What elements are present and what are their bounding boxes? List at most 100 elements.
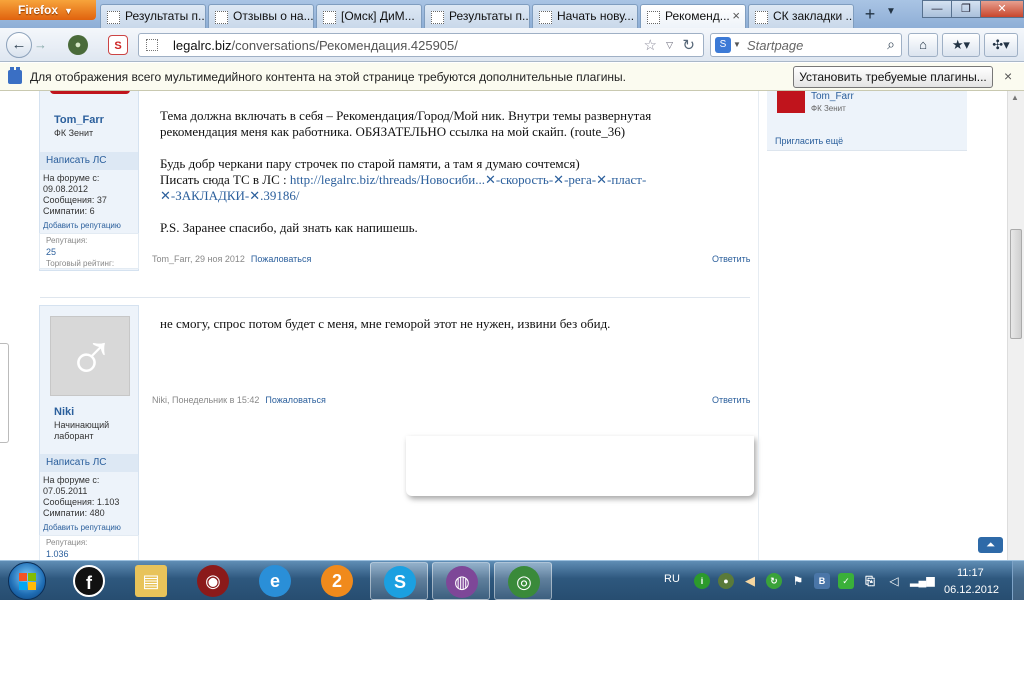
search-engine-icon[interactable]: S (715, 37, 731, 53)
tray-onion-icon[interactable]: ● (718, 573, 734, 589)
usb-icon[interactable]: ⎘ (862, 573, 878, 589)
extension-icon[interactable]: ● (68, 35, 88, 55)
clock-time[interactable]: 11:17 (957, 567, 984, 579)
internet-explorer-icon: e (259, 565, 291, 597)
close-window-button[interactable]: ✕ (980, 0, 1024, 18)
vk-icon[interactable]: B (814, 573, 830, 589)
reputation-value[interactable]: 25 (46, 247, 56, 257)
site-identity-icon[interactable] (146, 39, 158, 51)
tab-label: Результаты п... (125, 9, 206, 23)
tab-active[interactable]: Рекоменд... × (640, 4, 746, 28)
start-button[interactable] (8, 562, 46, 600)
participant-name[interactable]: Tom_Farr (811, 91, 854, 102)
thread-link[interactable]: ✕-ЗАКЛАДКИ-✕.39186/ (160, 188, 300, 203)
meta-author[interactable]: Tom_Farr (152, 254, 190, 264)
user-title: ФК Зенит (54, 128, 94, 138)
avatar[interactable]: ♂ (50, 316, 130, 396)
thread-link[interactable]: http://legalrc.biz/threads/Новосиби...✕-… (290, 172, 646, 187)
meta-date[interactable]: 29 ноя 2012 (195, 254, 245, 264)
tab[interactable]: Отзывы о на... (208, 4, 314, 28)
scroll-to-top-button[interactable]: ⏶ (978, 537, 1003, 553)
taskbar-app-firefox[interactable]: ◎ (494, 562, 552, 600)
user-title: Начинающий (54, 420, 110, 430)
firefox-menu-button[interactable]: Firefox ▼ (0, 0, 96, 20)
taskbar-app[interactable]: 2 (308, 562, 366, 600)
clock-date[interactable]: 06.12.2012 (944, 584, 999, 596)
send-message-link[interactable]: Написать ЛС (40, 152, 138, 170)
reputation-value[interactable]: 1.036 (46, 549, 69, 559)
globe-icon: ◎ (508, 566, 540, 598)
add-reputation-link[interactable]: Добавить репутацию (43, 523, 121, 532)
invite-more-link[interactable]: Пригласить ещё (775, 136, 843, 146)
close-tab-icon[interactable]: × (732, 8, 740, 23)
language-indicator[interactable]: RU (664, 573, 680, 585)
tab[interactable]: [Омск] ДиМ... (316, 4, 422, 28)
flag-icon[interactable]: ⚑ (790, 573, 806, 589)
minimize-button[interactable]: — (922, 0, 952, 18)
search-bar[interactable]: S ▼ Startpage ⌕ (710, 33, 902, 57)
reload-icon[interactable]: ↻ (682, 36, 695, 54)
home-button[interactable]: ⌂ (908, 33, 938, 57)
send-message-link[interactable]: Написать ЛС (40, 454, 138, 472)
tray-sync-icon[interactable]: ↻ (766, 573, 782, 589)
chevron-down-icon: ▼ (64, 6, 73, 16)
participant-title: ФК Зенит (811, 104, 846, 113)
reply-link[interactable]: Ответить (712, 395, 750, 405)
tab[interactable]: Результаты п... (100, 4, 206, 28)
avatar[interactable] (777, 91, 805, 113)
report-link[interactable]: Пожаловаться (251, 254, 311, 264)
tab[interactable]: СК закладки ... (748, 4, 854, 28)
windows-logo-icon (19, 573, 37, 591)
tab-label: СК закладки ... (773, 9, 854, 23)
report-link[interactable]: Пожаловаться (265, 395, 325, 405)
side-panel-tab[interactable] (0, 343, 9, 443)
scrollbar-thumb[interactable] (1010, 229, 1022, 339)
speaker-icon[interactable]: ◀ (742, 573, 758, 589)
volume-icon[interactable]: ◁ (886, 573, 902, 589)
forward-button[interactable]: → (34, 37, 47, 52)
show-desktop-button[interactable] (1012, 561, 1024, 601)
taskbar-app[interactable]: S (370, 562, 428, 600)
tray-info-icon[interactable]: i (694, 573, 710, 589)
list-tabs-icon[interactable]: ▼ (886, 6, 896, 17)
taskbar-app[interactable]: e (246, 562, 304, 600)
meta-date[interactable]: Понедельник в 15:42 (172, 395, 259, 405)
column-divider (758, 91, 759, 560)
url-text[interactable]: legalrc.biz/conversations/Рекомендация.4… (173, 38, 458, 53)
tab[interactable]: Начать нову... (532, 4, 638, 28)
addon-button[interactable]: ✣▾ (984, 33, 1018, 57)
address-bar[interactable]: legalrc.biz/conversations/Рекомендация.4… (138, 33, 704, 57)
search-icon[interactable]: ⌕ (887, 36, 895, 53)
taskbar-app[interactable]: ▤ (122, 562, 180, 600)
new-tab-button[interactable]: + (858, 4, 882, 26)
tor-onion-icon: ◍ (446, 566, 478, 598)
add-reputation-link[interactable]: Добавить репутацию (43, 221, 121, 230)
taskbar-app[interactable]: ◍ (432, 562, 490, 600)
reply-link[interactable]: Ответить (712, 254, 750, 264)
network-signal-icon[interactable]: ▂▄▆ (910, 573, 935, 589)
install-plugins-button[interactable]: Установить требуемые плагины... (793, 66, 993, 88)
close-icon[interactable]: × (1004, 68, 1012, 84)
post-line: P.S. Заранее спасибо, дай знать как напи… (160, 220, 418, 235)
message-count: Сообщения: 37 (43, 195, 107, 205)
check-icon[interactable]: ✓ (838, 573, 854, 589)
message-count: Сообщения: 1.103 (43, 497, 120, 507)
scroll-up-icon[interactable]: ▲ (1011, 93, 1019, 102)
username-link[interactable]: Tom_Farr (54, 114, 104, 126)
seo-extension-icon[interactable]: S (108, 35, 128, 55)
taskbar-app[interactable]: f (60, 562, 118, 600)
scrollbar[interactable]: ▲ (1007, 91, 1024, 560)
avatar[interactable] (50, 91, 130, 94)
bookmarks-button[interactable]: ★▾ (942, 33, 980, 57)
history-dropdown-icon[interactable]: ▽ (666, 40, 673, 51)
bookmark-star-icon[interactable]: ☆ (644, 36, 657, 54)
taskbar-app[interactable]: ◉ (184, 562, 242, 600)
username-link[interactable]: Niki (54, 406, 74, 418)
back-button[interactable]: ← (6, 32, 32, 58)
meta-author[interactable]: Niki (152, 395, 167, 405)
page-icon (755, 11, 768, 24)
maximize-button[interactable]: ❐ (951, 0, 981, 18)
chevron-down-icon[interactable]: ▼ (733, 40, 741, 49)
sidebar-participants: Tom_Farr ФК Зенит Пригласить ещё (767, 91, 967, 151)
tab[interactable]: Результаты п... (424, 4, 530, 28)
